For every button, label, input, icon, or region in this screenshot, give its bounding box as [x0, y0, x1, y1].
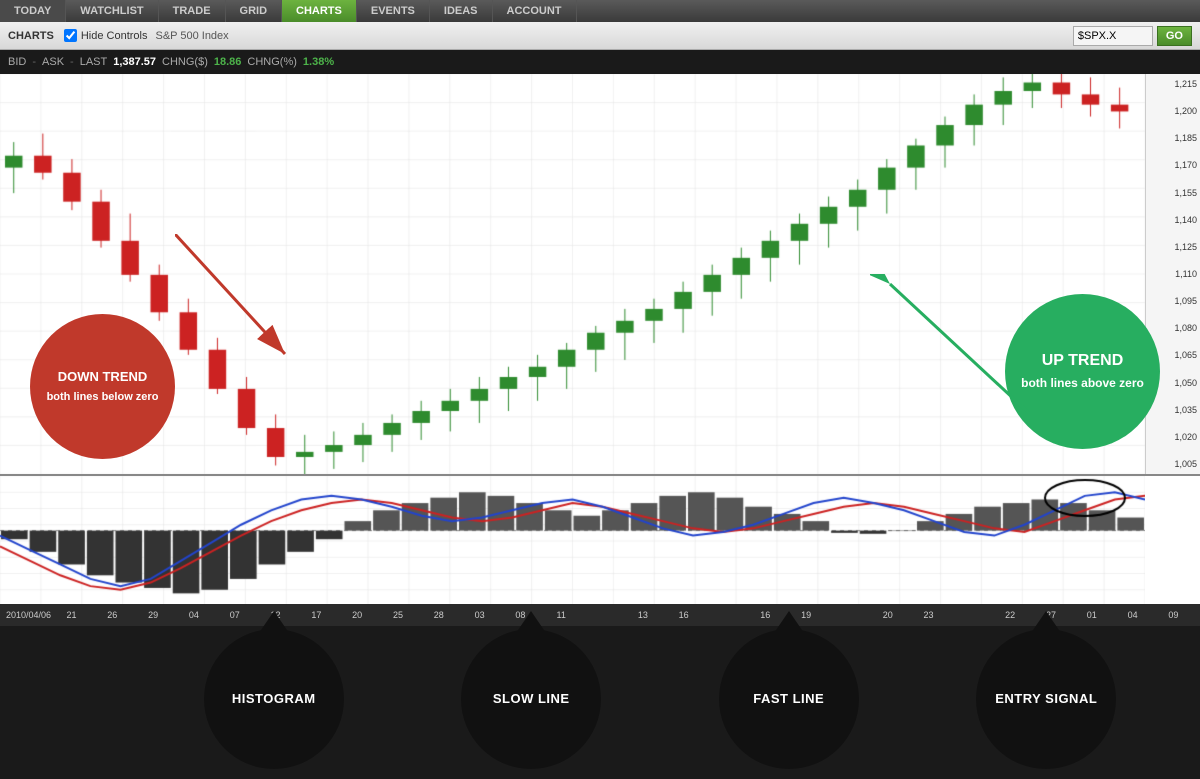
chart-container: 1,2151,2001,1851,1701,1551,1401,1251,110…: [0, 74, 1200, 704]
bubble-container: HISTOGRAM SLOW LINE FAST LINE ENTRY SIGN…: [0, 626, 1200, 779]
chng-value: 18.86: [214, 56, 242, 68]
chng-label: CHNG($): [162, 56, 208, 68]
fast-line-bubble: FAST LINE: [719, 629, 859, 769]
bid-label: BID: [8, 56, 26, 68]
up-trend-title: UP TREND: [1042, 351, 1124, 372]
nav-ideas[interactable]: IDEAS: [430, 0, 493, 22]
nav-events[interactable]: EVENTS: [357, 0, 430, 22]
ask-label: ASK: [42, 56, 64, 68]
nav-grid[interactable]: GRID: [226, 0, 283, 22]
down-trend-sub: both lines below zero: [47, 390, 159, 404]
charts-label: CHARTS: [8, 30, 54, 42]
symbol-search-area: GO: [1073, 26, 1192, 46]
nav-trade[interactable]: TRADE: [159, 0, 226, 22]
nav-charts[interactable]: CHARTS: [282, 0, 357, 22]
go-button[interactable]: GO: [1157, 26, 1192, 46]
hide-controls-checkbox[interactable]: [64, 29, 77, 42]
nav-watchlist[interactable]: WATCHLIST: [66, 0, 158, 22]
slow-line-bubble: SLOW LINE: [461, 629, 601, 769]
nav-account[interactable]: ACCOUNT: [493, 0, 577, 22]
quote-bar: BID - ASK - LAST 1,387.57 CHNG($) 18.86 …: [0, 50, 1200, 74]
symbol-input[interactable]: [1073, 26, 1153, 46]
oscillator-chart[interactable]: 271890-9-18-27-36-45: [0, 474, 1200, 604]
symbol-description: S&P 500 Index: [155, 30, 228, 42]
last-value: 1,387.57: [113, 56, 156, 68]
hide-controls-label: Hide Controls: [81, 30, 148, 42]
histogram-bubble: HISTOGRAM: [204, 629, 344, 769]
entry-signal-bubble: ENTRY SIGNAL: [976, 629, 1116, 769]
date-bar: 2010/04/06212629040712172025280308111316…: [0, 604, 1200, 626]
price-scale: 1,2151,2001,1851,1701,1551,1401,1251,110…: [1145, 74, 1200, 474]
down-trend-title: DOWN TREND: [58, 369, 148, 386]
down-trend-annotation: DOWN TREND both lines below zero: [30, 314, 175, 459]
last-label: LAST: [80, 56, 108, 68]
chngpct-value: 1.38%: [303, 56, 334, 68]
toolbar: CHARTS Hide Controls S&P 500 Index GO: [0, 22, 1200, 50]
up-trend-annotation: UP TREND both lines above zero: [1005, 294, 1160, 449]
nav-today[interactable]: TODAY: [0, 0, 66, 22]
up-trend-sub: both lines above zero: [1021, 376, 1144, 392]
top-navigation: TODAY WATCHLIST TRADE GRID CHARTS EVENTS…: [0, 0, 1200, 22]
chngpct-label: CHNG(%): [247, 56, 297, 68]
